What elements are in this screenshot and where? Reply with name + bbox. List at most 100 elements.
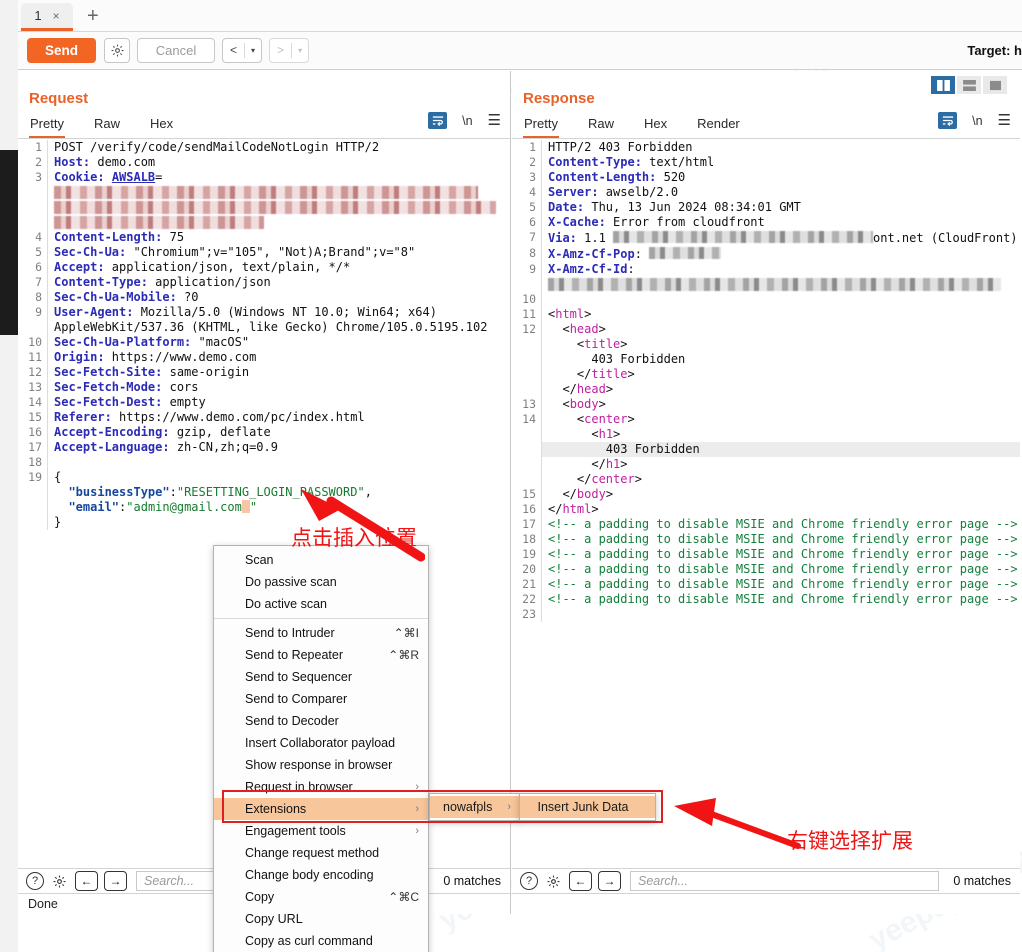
- code-line: 11<html>: [512, 307, 1020, 322]
- word-wrap-icon[interactable]: [938, 112, 957, 129]
- help-icon[interactable]: ?: [520, 872, 538, 890]
- tab-response-pretty[interactable]: Pretty: [523, 113, 559, 138]
- menu-item-do-passive-scan[interactable]: Do passive scan: [214, 571, 428, 593]
- code-line: 8Sec-Ch-Ua-Mobile: ?0: [18, 290, 510, 305]
- history-back-button[interactable]: < ▾: [222, 38, 262, 63]
- menu-item-shortcut: ⌃⌘I: [380, 626, 419, 640]
- split-vertical-icon[interactable]: [931, 76, 955, 94]
- single-pane-icon[interactable]: [983, 76, 1007, 94]
- target-label: Target: h: [967, 43, 1022, 58]
- code-line: 9X-Amz-Cf-Id:: [512, 262, 1020, 292]
- code-line: 5Date: Thu, 13 Jun 2024 08:34:01 GMT: [512, 200, 1020, 215]
- newline-toggle[interactable]: \n: [972, 114, 982, 128]
- history-back-label: <: [223, 39, 244, 62]
- code-line: 4Content-Length: 75: [18, 230, 510, 245]
- menu-item-do-active-scan[interactable]: Do active scan: [214, 593, 428, 615]
- tab-request-pretty[interactable]: Pretty: [29, 113, 65, 138]
- menu-separator: [214, 618, 428, 619]
- help-icon[interactable]: ?: [26, 872, 44, 890]
- tab-response-raw[interactable]: Raw: [587, 113, 615, 136]
- hamburger-icon[interactable]: ☰: [488, 113, 501, 128]
- menu-item-label: Change body encoding: [245, 868, 374, 882]
- line-number: 13: [18, 380, 47, 395]
- code-line: "email":"admin@gmail.com": [18, 500, 510, 515]
- menu-item-extensions[interactable]: Extensions›: [214, 798, 428, 820]
- tab-request-hex[interactable]: Hex: [149, 113, 174, 136]
- response-editor[interactable]: 1HTTP/2 403 Forbidden2Content-Type: text…: [512, 140, 1020, 868]
- line-number: 12: [18, 365, 47, 380]
- split-horizontal-icon[interactable]: [957, 76, 981, 94]
- menu-item-send-to-intruder[interactable]: Send to Intruder⌃⌘I: [214, 622, 428, 644]
- redacted-line: [18, 185, 510, 200]
- cancel-button[interactable]: Cancel: [137, 38, 215, 63]
- send-button[interactable]: Send: [27, 38, 96, 63]
- menu-item-send-to-comparer[interactable]: Send to Comparer: [214, 688, 428, 710]
- response-search-input[interactable]: Search...: [630, 871, 939, 891]
- code-line: 13Sec-Fetch-Mode: cors: [18, 380, 510, 395]
- gear-icon[interactable]: [50, 872, 69, 891]
- menu-item-copy-as-curl-command[interactable]: Copy as curl command: [214, 930, 428, 952]
- menu-item-request-in-browser[interactable]: Request in browser›: [214, 776, 428, 798]
- menu-item-change-body-encoding[interactable]: Change body encoding: [214, 864, 428, 886]
- chevron-down-icon[interactable]: ▾: [292, 39, 308, 62]
- nowafpls-submenu[interactable]: Insert Junk Data: [519, 793, 656, 821]
- menu-item-insert-junk-data[interactable]: Insert Junk Data: [520, 796, 655, 818]
- menu-item-send-to-repeater[interactable]: Send to Repeater⌃⌘R: [214, 644, 428, 666]
- menu-item-scan[interactable]: Scan: [214, 549, 428, 571]
- annotation-click-insert-position: 点击插入位置: [291, 522, 417, 552]
- menu-item-copy-url[interactable]: Copy URL: [214, 908, 428, 930]
- extensions-submenu[interactable]: nowafpls ›: [429, 793, 521, 821]
- menu-item-nowafpls[interactable]: nowafpls ›: [430, 796, 520, 818]
- line-number: 19: [512, 547, 541, 562]
- menu-item-show-response-in-browser[interactable]: Show response in browser: [214, 754, 428, 776]
- line-number: 14: [512, 412, 541, 427]
- chevron-right-icon: ›: [415, 825, 419, 837]
- search-next-icon[interactable]: →: [104, 871, 127, 891]
- menu-item-label: Insert Junk Data: [537, 800, 628, 814]
- context-menu[interactable]: Scan Do passive scanDo active scan Send to…: [213, 545, 429, 952]
- add-tab-button[interactable]: +: [87, 6, 99, 26]
- line-number: 15: [512, 487, 541, 502]
- line-number: 14: [18, 395, 47, 410]
- menu-item-label: Scan: [245, 553, 274, 567]
- hamburger-icon[interactable]: ☰: [998, 113, 1011, 128]
- layout-toggle-group: [929, 76, 1007, 94]
- code-line: 1POST /verify/code/sendMailCodeNotLogin …: [18, 140, 510, 155]
- status-text: Done: [28, 897, 58, 911]
- chevron-right-icon: ›: [415, 781, 419, 793]
- menu-item-change-request-method[interactable]: Change request method: [214, 842, 428, 864]
- chevron-down-icon[interactable]: ▾: [245, 39, 261, 62]
- code-line: <title>: [512, 337, 1020, 352]
- search-prev-icon[interactable]: ←: [569, 871, 592, 891]
- gear-icon[interactable]: [544, 872, 563, 891]
- menu-item-engagement-tools[interactable]: Engagement tools›: [214, 820, 428, 842]
- search-next-icon[interactable]: →: [598, 871, 621, 891]
- search-prev-icon[interactable]: ←: [75, 871, 98, 891]
- repeater-tab-1[interactable]: 1 ×: [21, 3, 73, 31]
- code-line: 20<!-- a padding to disable MSIE and Chr…: [512, 562, 1020, 577]
- menu-item-insert-collaborator-payload[interactable]: Insert Collaborator payload: [214, 732, 428, 754]
- tab-request-raw[interactable]: Raw: [93, 113, 121, 136]
- tab-response-render[interactable]: Render: [696, 113, 741, 136]
- response-status-bar: [512, 893, 1020, 914]
- code-line: 15Referer: https://www.demo.com/pc/index…: [18, 410, 510, 425]
- code-line: </center>: [512, 472, 1020, 487]
- history-forward-button[interactable]: > ▾: [269, 38, 309, 63]
- code-line: 17Accept-Language: zh-CN,zh;q=0.9: [18, 440, 510, 455]
- history-forward-label: >: [270, 39, 291, 62]
- gear-icon[interactable]: [104, 38, 130, 63]
- code-line: 19<!-- a padding to disable MSIE and Chr…: [512, 547, 1020, 562]
- code-line: 3Content-Length: 520: [512, 170, 1020, 185]
- close-icon[interactable]: ×: [53, 10, 60, 22]
- line-number: 9: [512, 262, 541, 277]
- redacted-line: [18, 200, 510, 215]
- menu-item-send-to-sequencer[interactable]: Send to Sequencer: [214, 666, 428, 688]
- line-number: 4: [512, 185, 541, 200]
- word-wrap-icon[interactable]: [428, 112, 447, 129]
- tab-response-hex[interactable]: Hex: [643, 113, 668, 136]
- menu-item-send-to-decoder[interactable]: Send to Decoder: [214, 710, 428, 732]
- request-view-tools: \n ☰: [428, 112, 501, 129]
- menu-item-copy[interactable]: Copy⌃⌘C: [214, 886, 428, 908]
- menu-item-label: Extensions: [245, 802, 306, 816]
- newline-toggle[interactable]: \n: [462, 114, 472, 128]
